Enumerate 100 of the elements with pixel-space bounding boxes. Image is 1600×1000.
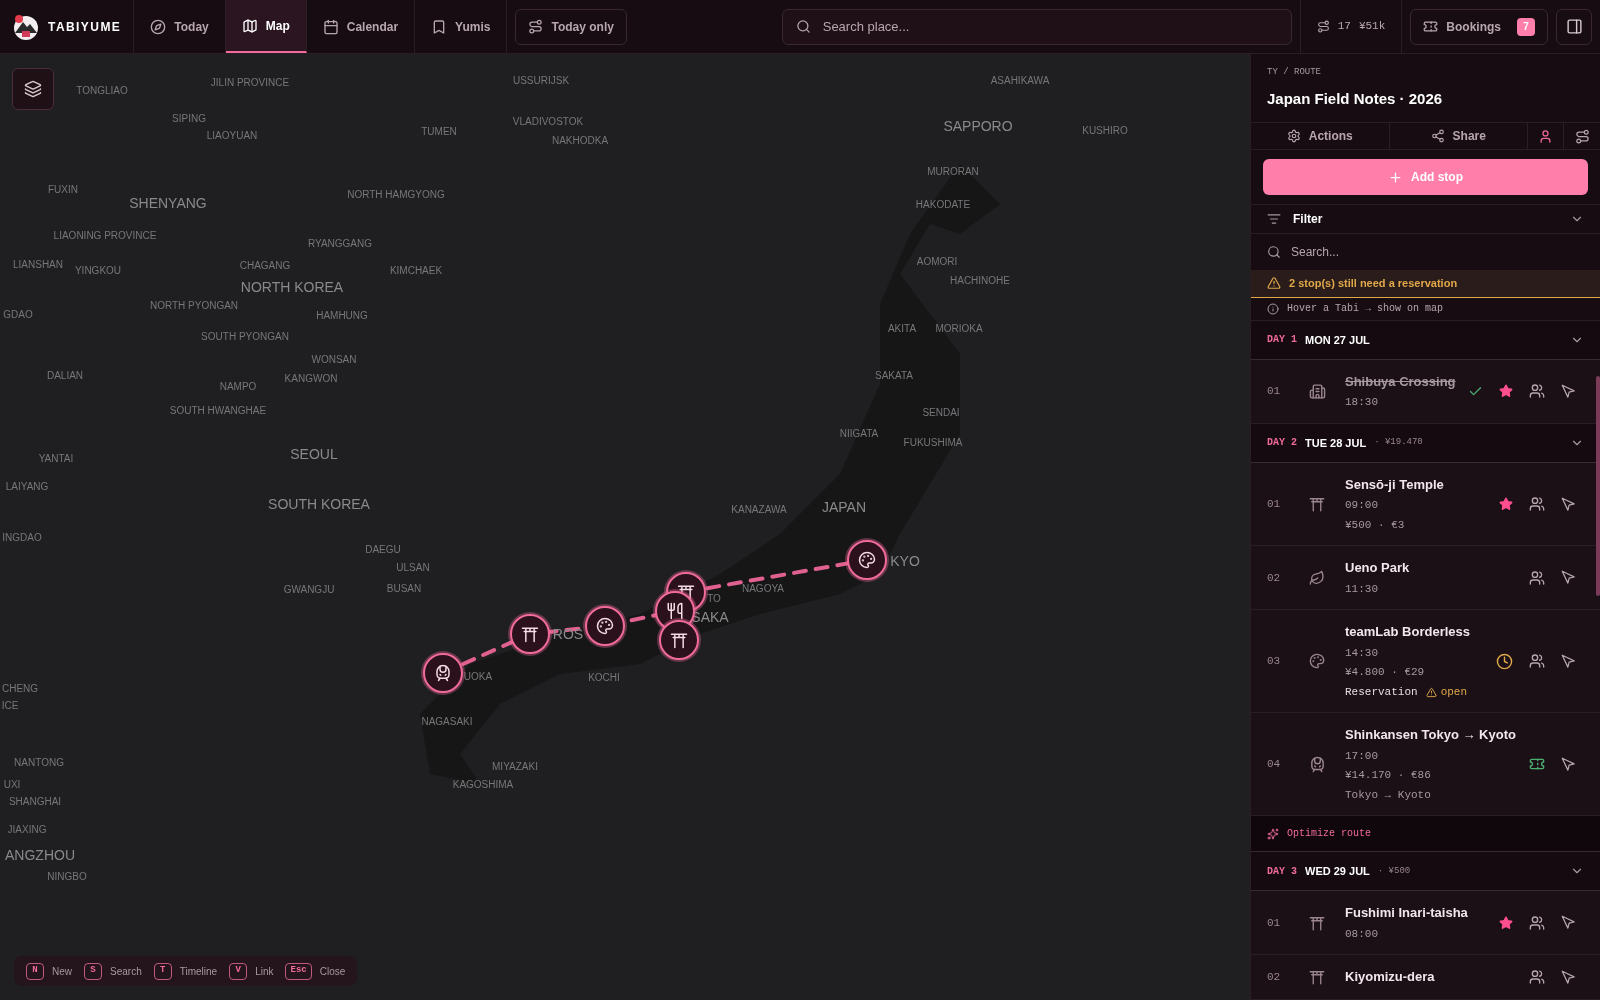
optimize-route-button[interactable]: Optimize route: [1251, 816, 1600, 853]
building-icon: [1308, 383, 1326, 400]
map-pin[interactable]: [423, 653, 463, 693]
map-pin[interactable]: [585, 606, 625, 646]
nav-tab[interactable]: Today: [134, 0, 226, 53]
map-label: HAKODATE: [915, 197, 971, 212]
map-label: JAPAN: [821, 497, 867, 517]
map-label: SOUTH KOREA: [268, 494, 370, 514]
palette-icon: [858, 551, 876, 569]
nav-tab[interactable]: Yumis: [415, 0, 508, 53]
map-label: HACHINOHE: [950, 273, 1010, 288]
map-label: MORIOKA: [935, 321, 983, 336]
stop-note: Tokyo → Kyoto: [1345, 788, 1432, 803]
navigate-icon[interactable]: [1561, 384, 1576, 399]
sidebar-icon: [1565, 18, 1583, 35]
panel-search-field[interactable]: Search...: [1251, 234, 1600, 271]
stop-price: ¥500 · €3: [1345, 518, 1406, 533]
map-label: FUKUSHIMA: [903, 435, 963, 450]
map-label: ASAHIKAWA: [990, 73, 1050, 88]
map-label: UOKA: [463, 669, 493, 684]
trip-title: Japan Field Notes · 2026: [1267, 88, 1444, 109]
bookings-button[interactable]: Bookings 7: [1410, 8, 1548, 45]
map-label: NORTH HAMGYONG: [347, 187, 445, 202]
palette-icon: [1309, 653, 1325, 670]
navigate-icon[interactable]: [1561, 570, 1576, 586]
map-label: NIIGATA: [839, 426, 879, 441]
shortcut-label: Search: [110, 964, 142, 979]
stop-row[interactable]: 01 Fushimi Inari-taisha 08:00: [1251, 891, 1600, 956]
map-pin[interactable]: [510, 614, 550, 654]
stop-row[interactable]: 03 teamLab Borderless 14:30 ¥4.800 · €29 Reservation open: [1251, 610, 1600, 714]
torii-icon: [669, 630, 689, 650]
map-label: KYO: [890, 551, 920, 571]
star-icon[interactable]: [1499, 497, 1513, 512]
reservation-label: Reservation: [1345, 685, 1418, 700]
star-icon[interactable]: [1499, 384, 1513, 399]
stop-title: Ueno Park: [1345, 559, 1411, 578]
stop-time: 11:30: [1345, 582, 1379, 597]
panel-toggle-button[interactable]: [1556, 8, 1592, 45]
map-label: LIANSHAN: [13, 257, 63, 272]
stop-title: Sensō-ji Temple: [1345, 476, 1445, 494]
navigate-icon[interactable]: [1561, 757, 1576, 772]
people-icon[interactable]: [1529, 915, 1545, 931]
people-icon[interactable]: [1529, 496, 1545, 513]
map-label: UXI: [3, 777, 21, 792]
info-icon: [1267, 302, 1279, 315]
day-label: DAY 3: [1267, 865, 1297, 879]
day-date: TUE 28 JUL: [1305, 435, 1367, 451]
map-label: ICE: [1, 698, 19, 713]
nav-tab[interactable]: Calendar: [306, 0, 416, 53]
map-label: AKITA: [887, 321, 917, 336]
actions-button[interactable]: Actions: [1251, 123, 1390, 150]
today-only-button[interactable]: Today only: [515, 8, 627, 45]
map-label: SAKATA: [875, 368, 913, 383]
route-icon: [1574, 128, 1590, 144]
search-field[interactable]: Search place...: [781, 8, 1292, 45]
navigate-icon[interactable]: [1561, 969, 1576, 985]
star-icon[interactable]: [1499, 916, 1513, 930]
stop-time: 09:00: [1345, 498, 1379, 514]
warning-text: 2 stop(s) still need a reservation: [1289, 276, 1458, 292]
map-label: YANTAI: [38, 451, 74, 466]
people-icon[interactable]: [1529, 570, 1545, 586]
navigate-icon[interactable]: [1561, 654, 1576, 669]
shortcut-label: New: [52, 964, 72, 979]
shortcut-key: V: [229, 962, 248, 980]
people-icon[interactable]: [1529, 383, 1545, 400]
shortcut-key: S: [84, 962, 102, 980]
map-label: KAGOSHIMA: [452, 777, 514, 792]
stop-time: 14:30: [1345, 646, 1379, 661]
map-label: USSURIJSK: [512, 73, 570, 88]
stop-row[interactable]: 02 Kiyomizu-dera: [1251, 955, 1600, 1000]
map-pin[interactable]: [659, 620, 699, 660]
map-label: LIAOYUAN: [206, 128, 258, 143]
people-icon[interactable]: [1529, 653, 1545, 670]
nav-tab[interactable]: Map: [225, 0, 307, 53]
map-label: TUMEN: [421, 124, 457, 139]
stop-row[interactable]: 04 Shinkansen Tokyo → Kyoto 17:00 ¥14.170 · €86 Tokyo → Kyoto: [1251, 713, 1600, 817]
filter-toggle[interactable]: Filter: [1251, 205, 1600, 235]
calendar-icon: [322, 18, 339, 35]
people-icon[interactable]: [1529, 969, 1545, 986]
stop-price: ¥14.170 · €86: [1345, 768, 1432, 784]
share-icon: [1430, 129, 1445, 144]
map-label: ANGZHOU: [5, 845, 75, 865]
day-cost: · ¥19.470: [1374, 436, 1423, 450]
map-label: LAIYANG: [5, 479, 49, 494]
navigate-icon[interactable]: [1561, 915, 1576, 931]
map-label: MURORAN: [927, 164, 979, 179]
map-label: HAMHUNG: [316, 308, 368, 323]
layers-button[interactable]: [12, 68, 54, 110]
map-label: GDAO: [3, 307, 33, 322]
map-label: SOUTH HWANGHAE: [169, 403, 267, 418]
warning-icon: [1267, 276, 1281, 291]
share-button[interactable]: Share: [1389, 123, 1528, 150]
route-icon: [528, 19, 544, 34]
stop-number: 01: [1267, 915, 1282, 931]
navigate-icon[interactable]: [1561, 496, 1576, 512]
map-label: KUSHIRO: [1082, 123, 1128, 138]
stop-row[interactable]: 02 Ueno Park 11:30: [1251, 546, 1600, 611]
map-label: NORTH KOREA: [240, 277, 344, 297]
map-label: FUXIN: [48, 182, 78, 197]
stop-row[interactable]: 01 Shibuya Crossing 18:30: [1251, 360, 1600, 424]
